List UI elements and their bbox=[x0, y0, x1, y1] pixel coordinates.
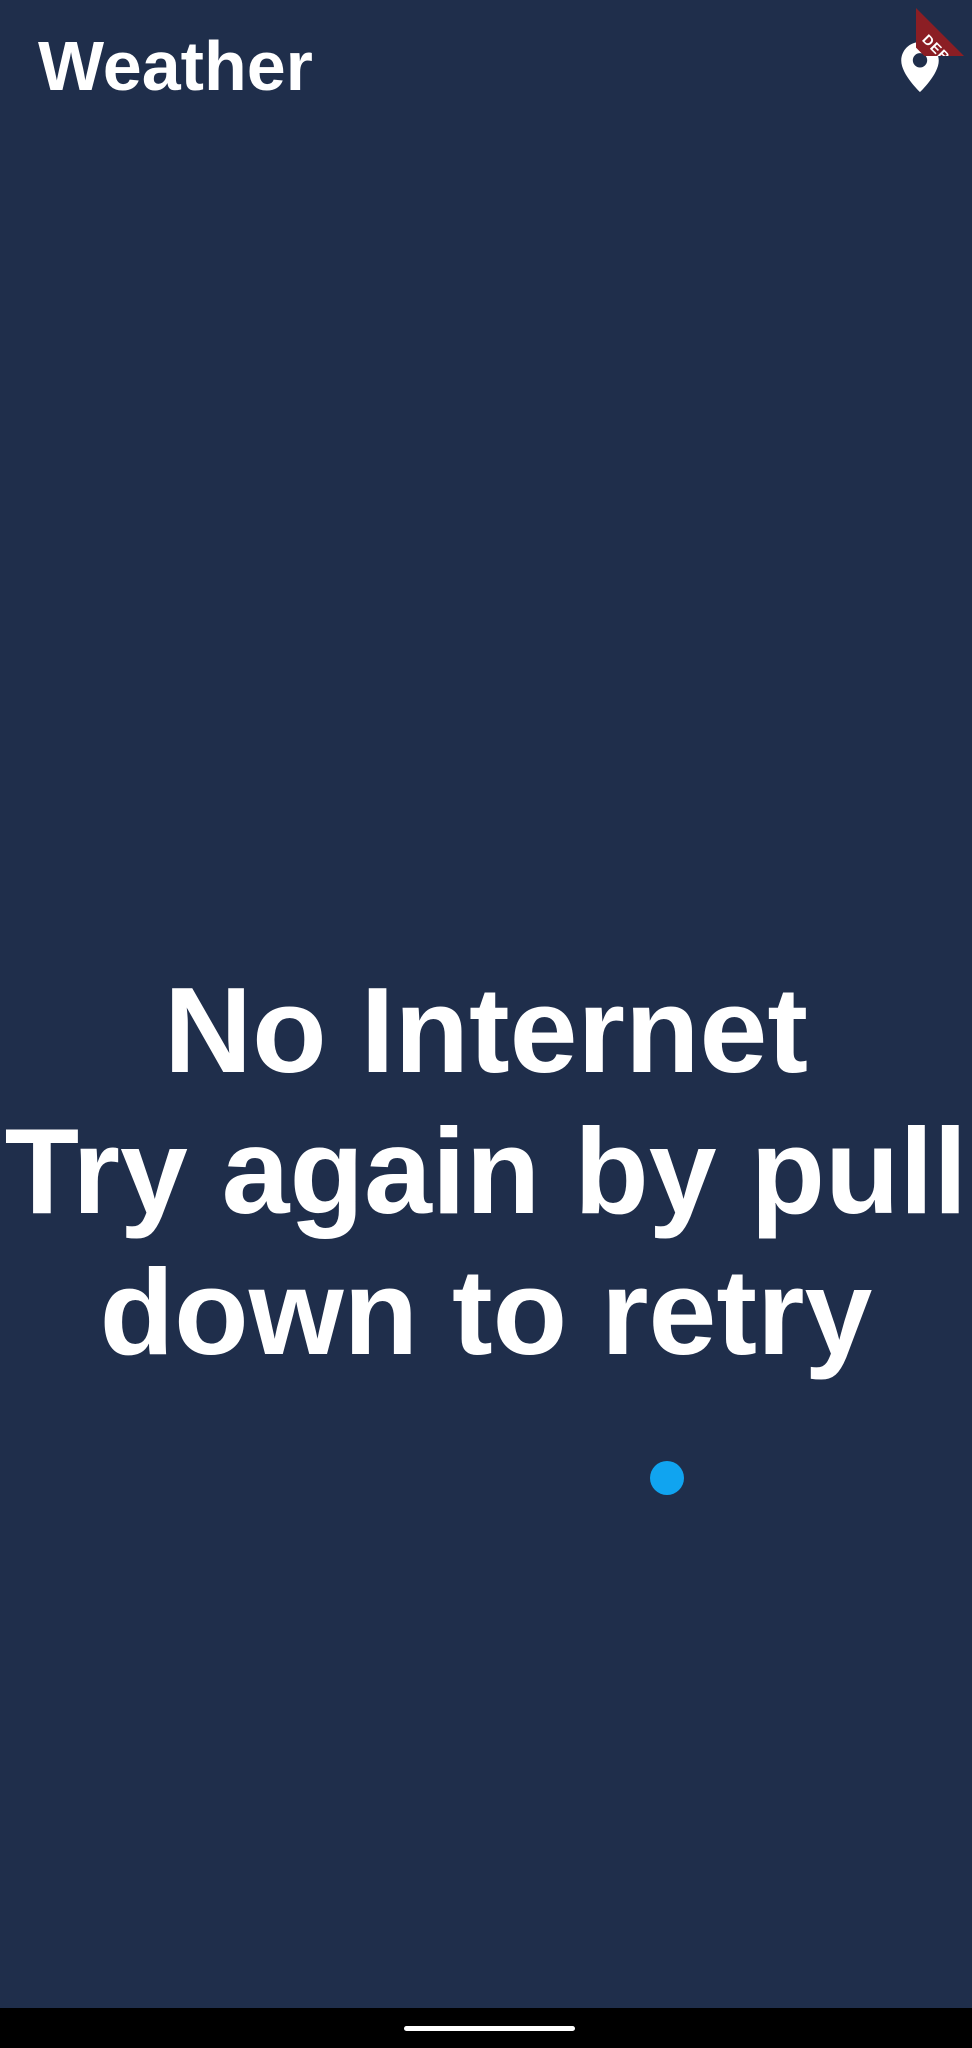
page-title: Weather bbox=[38, 27, 313, 105]
debug-banner: DEBUG bbox=[916, 0, 972, 56]
home-indicator[interactable] bbox=[404, 2026, 575, 2031]
refresh-indicator bbox=[650, 1461, 684, 1495]
no-internet-message: No Internet Try again by pull down to re… bbox=[4, 962, 968, 1380]
app-bar: Weather bbox=[0, 0, 972, 140]
debug-banner-label: DEBUG bbox=[916, 4, 972, 56]
